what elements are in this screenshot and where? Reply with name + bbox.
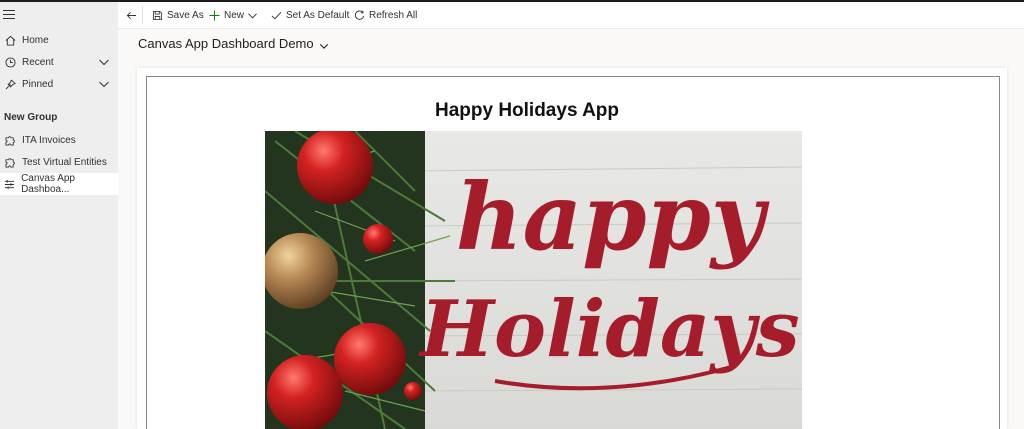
divider — [142, 6, 143, 24]
sidebar-item-test-virtual-entities[interactable]: Test Virtual Entities — [0, 151, 118, 173]
refresh-all-label: Refresh All — [369, 9, 418, 21]
checkmark-icon — [270, 9, 282, 21]
new-button[interactable]: New — [208, 2, 244, 28]
refresh-icon — [353, 9, 365, 21]
sidebar: Home Recent Pinned New Group ITA Invoice… — [0, 2, 118, 429]
sidebar-item-label: Test Virtual Entities — [22, 156, 107, 168]
set-as-default-button[interactable]: Set As Default — [270, 2, 349, 28]
sidebar-item-recent[interactable]: Recent — [0, 51, 118, 73]
back-arrow-icon — [125, 9, 137, 21]
plus-icon — [208, 9, 220, 21]
page-title: Canvas App Dashboard Demo — [138, 36, 314, 51]
new-label: New — [224, 9, 245, 21]
sidebar-item-label: Home — [22, 34, 49, 46]
dashboard-icon — [4, 178, 15, 190]
sidebar-item-canvas-app-dashboard[interactable]: Canvas App Dashboa... — [0, 173, 118, 195]
command-bar: Save As New Set As Default Refresh All — [118, 2, 1024, 29]
puzzle-icon — [4, 156, 16, 168]
puzzle-icon — [4, 134, 16, 146]
sidebar-item-ita-invoices[interactable]: ITA Invoices — [0, 129, 118, 151]
refresh-all-button[interactable]: Refresh All — [353, 2, 417, 28]
save-as-icon — [151, 9, 163, 21]
back-button[interactable] — [125, 2, 141, 28]
save-as-label: Save As — [167, 9, 204, 21]
hero-text-happy: happy — [456, 163, 770, 271]
sidebar-item-label: Recent — [22, 56, 54, 68]
holiday-image: happy Holidays — [265, 131, 802, 429]
sidebar-item-pinned[interactable]: Pinned — [0, 73, 118, 95]
sidebar-item-label: ITA Invoices — [22, 134, 76, 146]
new-dropdown-button[interactable] — [246, 2, 262, 28]
chevron-down-icon — [246, 9, 258, 21]
hero-text-holidays: Holidays — [418, 284, 799, 375]
app-title: Happy Holidays App — [434, 100, 620, 121]
sidebar-item-label: Pinned — [22, 78, 54, 90]
sidebar-item-home[interactable]: Home — [0, 29, 118, 51]
sidebar-item-label: Canvas App Dashboa... — [21, 173, 75, 195]
group-title: New Group — [4, 112, 58, 123]
save-as-button[interactable]: Save As — [151, 2, 204, 28]
pin-icon — [4, 78, 16, 90]
clock-icon — [4, 56, 16, 68]
chevron-down-icon[interactable] — [98, 56, 110, 68]
home-icon — [4, 34, 16, 46]
dashboard-selector[interactable]: Canvas App Dashboard Demo — [138, 36, 329, 51]
hamburger-menu-icon[interactable] — [3, 10, 15, 22]
chevron-down-icon — [319, 39, 329, 49]
set-as-default-label: Set As Default — [286, 9, 350, 21]
chevron-down-icon[interactable] — [98, 78, 110, 90]
